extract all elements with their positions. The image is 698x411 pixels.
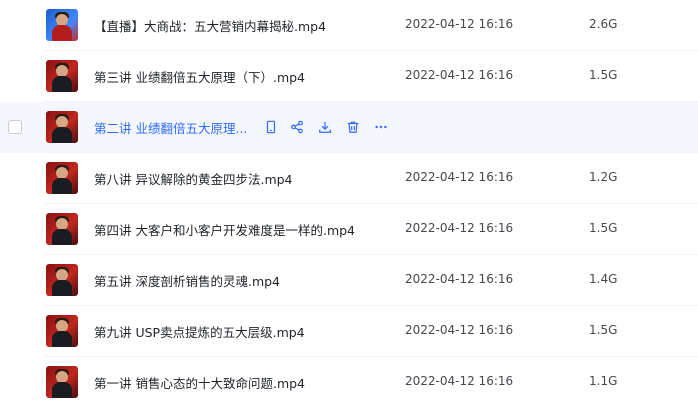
file-name[interactable]: 第四讲 大客户和小客户开发难度是一样的.mp4	[94, 220, 355, 239]
file-size: 1.5G	[589, 323, 618, 337]
file-name[interactable]: 第八讲 异议解除的黄金四步法.mp4	[94, 169, 293, 188]
file-list: 【直播】大商战：五大营销内幕揭秘.mp4 2022-04-12 16:16 2.…	[0, 0, 698, 411]
share-icon[interactable]	[289, 119, 305, 135]
file-time: 2022-04-12 16:16	[405, 170, 514, 184]
file-time: 2022-04-12 16:16	[405, 68, 514, 82]
file-name[interactable]: 【直播】大商战：五大营销内幕揭秘.mp4	[94, 16, 326, 35]
file-time: 2022-04-12 16:16	[405, 221, 514, 235]
video-thumbnail[interactable]	[46, 60, 78, 92]
file-size: 1.4G	[589, 272, 618, 286]
video-thumbnail[interactable]	[46, 264, 78, 296]
file-row[interactable]: 第八讲 异议解除的黄金四步法.mp4 2022-04-12 16:16 1.2G	[0, 153, 698, 204]
file-name[interactable]: 第一讲 销售心态的十大致命问题.mp4	[94, 373, 305, 392]
download-icon[interactable]	[317, 119, 333, 135]
file-size: 1.5G	[589, 68, 618, 82]
file-name[interactable]: 第二讲 业绩翻倍五大原理...	[94, 118, 247, 137]
file-name[interactable]: 第三讲 业绩翻倍五大原理（下）.mp4	[94, 67, 305, 86]
video-thumbnail[interactable]	[46, 315, 78, 347]
file-size: 1.2G	[589, 170, 618, 184]
file-row[interactable]: 【直播】大商战：五大营销内幕揭秘.mp4 2022-04-12 16:16 2.…	[0, 0, 698, 51]
row-checkbox[interactable]	[8, 120, 22, 134]
file-time: 2022-04-12 16:16	[405, 374, 514, 388]
file-name[interactable]: 第五讲 深度剖析销售的灵魂.mp4	[94, 271, 280, 290]
file-row-hovered[interactable]: 第二讲 业绩翻倍五大原理...	[0, 102, 698, 153]
video-thumbnail[interactable]	[46, 213, 78, 245]
video-thumbnail[interactable]	[46, 111, 78, 143]
file-size: 1.5G	[589, 221, 618, 235]
file-time: 2022-04-12 16:16	[405, 17, 514, 31]
file-row[interactable]: 第四讲 大客户和小客户开发难度是一样的.mp4 2022-04-12 16:16…	[0, 204, 698, 255]
file-time: 2022-04-12 16:16	[405, 272, 514, 286]
file-name[interactable]: 第九讲 USP卖点提炼的五大层级.mp4	[94, 322, 305, 341]
file-row[interactable]: 第五讲 深度剖析销售的灵魂.mp4 2022-04-12 16:16 1.4G	[0, 255, 698, 306]
file-row[interactable]: 第九讲 USP卖点提炼的五大层级.mp4 2022-04-12 16:16 1.…	[0, 306, 698, 357]
video-thumbnail[interactable]	[46, 366, 78, 398]
file-time: 2022-04-12 16:16	[405, 323, 514, 337]
file-row[interactable]: 第三讲 业绩翻倍五大原理（下）.mp4 2022-04-12 16:16 1.5…	[0, 51, 698, 102]
file-size: 1.1G	[589, 374, 618, 388]
delete-icon[interactable]	[345, 119, 361, 135]
file-row[interactable]: 第一讲 销售心态的十大致命问题.mp4 2022-04-12 16:16 1.1…	[0, 357, 698, 408]
video-thumbnail[interactable]	[46, 9, 78, 41]
more-icon[interactable]	[373, 119, 389, 135]
video-thumbnail[interactable]	[46, 162, 78, 194]
file-size: 2.6G	[589, 17, 618, 31]
phone-icon[interactable]	[263, 119, 279, 135]
